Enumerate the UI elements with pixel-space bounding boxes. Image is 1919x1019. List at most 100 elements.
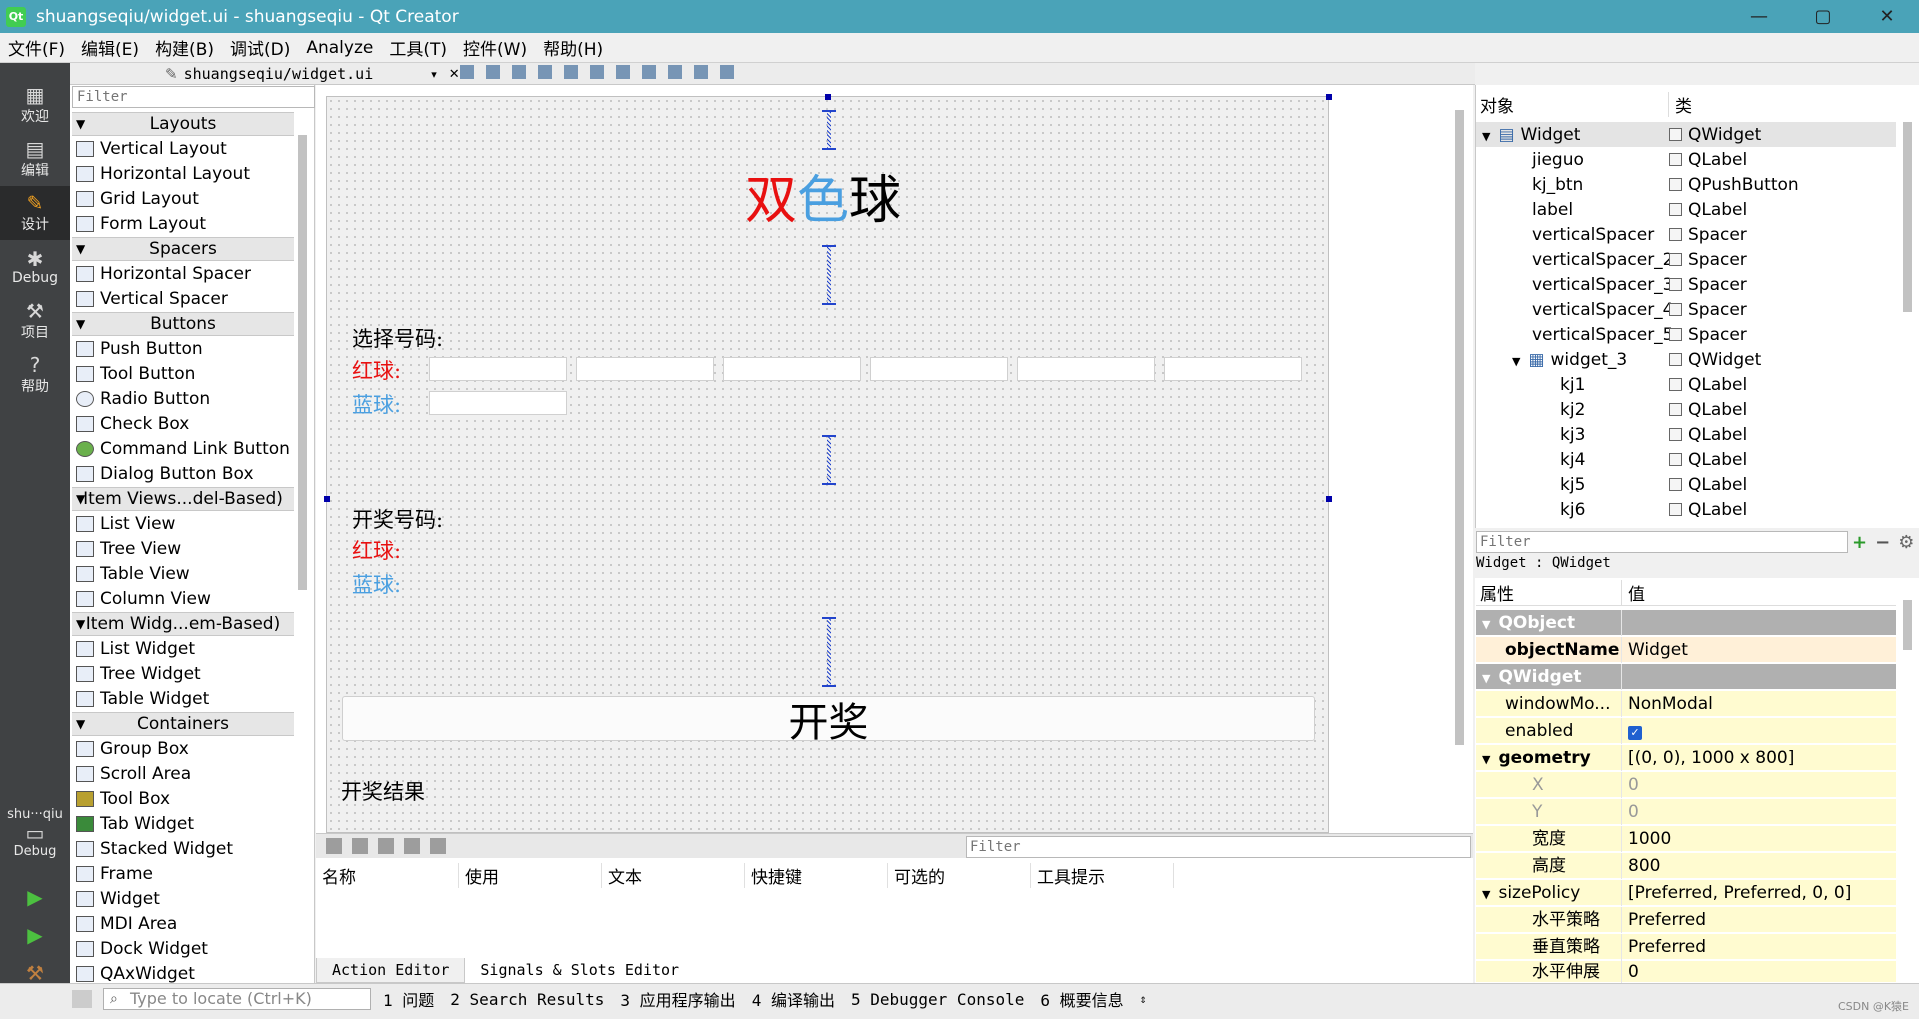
tab-issues[interactable]: 1 问题 [383,987,434,1011]
red-ball-input-2[interactable] [576,357,714,381]
object-row[interactable]: kj2 QLabel [1476,397,1896,422]
property-value[interactable]: [(0, 0), 1000 x 800] [1622,748,1794,768]
widget-item[interactable]: Command Link Button [72,437,294,461]
tab-compile-output[interactable]: 4 编译输出 [752,987,835,1011]
property-value[interactable]: 0 [1622,802,1639,822]
widget-item[interactable]: Table View [72,562,294,586]
paste-action-icon[interactable] [378,838,394,854]
widget-item[interactable]: Tab Widget [72,812,294,836]
property-row[interactable]: 垂直策略 Preferred [1476,933,1896,960]
category-buttons[interactable]: ▼ Buttons [72,312,294,336]
object-row[interactable]: verticalSpacer_2 Spacer [1476,247,1896,272]
widget-item[interactable]: Tool Button [72,362,294,386]
column-header[interactable]: 值 [1622,580,1645,605]
selection-handle[interactable] [324,496,330,502]
vertical-spacer[interactable] [822,617,836,687]
widget-item[interactable]: Vertical Layout [72,137,294,161]
adjust-size-icon[interactable] [720,65,734,79]
property-row[interactable]: 水平策略 Preferred [1476,906,1896,933]
maximize-button[interactable]: ▢ [1791,0,1855,33]
tab-debugger-console[interactable]: 5 Debugger Console [851,990,1024,1009]
canvas-scrollbar[interactable] [1455,110,1464,745]
menu-debug[interactable]: 调试(D) [222,35,298,60]
layout-vertical-icon[interactable] [590,65,604,79]
widget-item[interactable]: Widget [72,887,294,911]
widget-box-scrollbar[interactable] [298,135,307,590]
category-layouts[interactable]: ▼ Layouts [72,112,294,136]
object-row[interactable]: verticalSpacer_5 Spacer [1476,322,1896,347]
vertical-spacer[interactable] [822,245,836,305]
mode-help[interactable]: ? 帮助 [0,348,70,402]
widget-item[interactable]: Tool Box [72,787,294,811]
minimize-button[interactable]: — [1727,0,1791,33]
column-header[interactable]: 类 [1669,92,1692,117]
widget-item[interactable]: Frame [72,862,294,886]
title-label[interactable]: 双色球 [745,158,901,233]
column-header[interactable]: 使用 [459,862,602,888]
layout-splitter-v-icon[interactable] [642,65,656,79]
menu-help[interactable]: 帮助(H) [535,35,611,60]
object-row[interactable]: kj3 QLabel [1476,422,1896,447]
edit-widgets-icon[interactable] [460,65,474,79]
remove-property-icon[interactable]: − [1875,532,1890,553]
column-header[interactable]: 文本 [602,862,745,888]
tab-application-output[interactable]: 3 应用程序输出 [620,987,735,1011]
toggle-sidebar-icon[interactable] [72,990,92,1008]
kit-selector[interactable]: shu···qiu ▭ Debug [0,793,70,873]
property-value[interactable]: Preferred [1622,910,1706,930]
draw-button[interactable]: 开奖 [342,696,1315,746]
menu-edit[interactable]: 编辑(E) [73,35,147,60]
object-row[interactable]: verticalSpacer_4 Spacer [1476,297,1896,322]
blue-ball-input[interactable] [429,391,567,415]
locator-input[interactable]: ⌕ Type to locate (Ctrl+K) [103,988,371,1010]
close-tab-icon[interactable]: ✕ [449,67,460,82]
property-row[interactable]: enabled ✓ [1476,717,1896,744]
run-button[interactable]: ▶ [0,878,70,916]
property-value[interactable]: 0 [1622,962,1639,982]
widget-box-filter[interactable] [72,86,315,108]
widget-item[interactable]: Table Widget [72,687,294,711]
tab-general-messages[interactable]: 6 概要信息 [1040,987,1123,1011]
configure-icon[interactable]: ⚙ [1898,532,1914,553]
red-ball-input-3[interactable] [723,357,861,381]
property-row[interactable]: X0 [1476,771,1896,798]
widget-item[interactable]: Tree View [72,537,294,561]
mode-debug[interactable]: ✱ Debug [0,240,70,294]
property-value[interactable]: 1000 [1622,829,1671,849]
mode-welcome[interactable]: ▦ 欢迎 [0,78,70,132]
edit-signals-icon[interactable] [486,65,500,79]
layout-horizontal-icon[interactable] [564,65,578,79]
configure-icon[interactable] [430,838,446,854]
layout-form-icon[interactable] [694,65,708,79]
property-row[interactable]: objectName Widget [1476,636,1896,663]
widget-item[interactable]: Group Box [72,737,294,761]
object-inspector-scrollbar[interactable] [1903,122,1912,312]
column-header[interactable]: 快捷键 [745,862,888,888]
property-row[interactable]: Y0 [1476,798,1896,825]
property-row[interactable]: 高度 800 [1476,852,1896,879]
widget-item[interactable]: List View [72,512,294,536]
property-row[interactable]: 水平伸展 0 [1476,958,1896,985]
property-filter-input[interactable] [1476,531,1848,553]
category-spacers[interactable]: ▼ Spacers [72,237,294,261]
column-header[interactable]: 属性 [1476,580,1622,605]
category-item-views[interactable]: ▼ Item Views...del-Based) [72,487,294,511]
object-row[interactable]: verticalSpacer Spacer [1476,222,1896,247]
object-row[interactable]: kj5 QLabel [1476,472,1896,497]
object-row[interactable]: ▼ ▤ Widget QWidget [1476,122,1896,147]
vertical-spacer[interactable] [822,435,836,485]
object-row[interactable]: jieguo QLabel [1476,147,1896,172]
dropdown-icon[interactable]: ▾ [431,68,437,81]
layout-grid-icon[interactable] [668,65,682,79]
menu-widgets[interactable]: 控件(W) [455,35,535,60]
column-header[interactable]: 工具提示 [1031,862,1174,888]
menu-tools[interactable]: 工具(T) [381,35,455,60]
widget-item[interactable]: Tree Widget [72,662,294,686]
category-containers[interactable]: ▼ Containers [72,712,294,736]
property-row[interactable]: ▼ sizePolicy [Preferred, Preferred, 0, 0] [1476,879,1896,906]
widget-item[interactable]: Form Layout [72,212,294,236]
widget-item[interactable]: Dock Widget [72,937,294,961]
edit-tab-order-icon[interactable] [538,65,552,79]
property-group-qwidget[interactable]: ▼ QWidget [1476,663,1896,690]
column-header[interactable]: 对象 [1476,91,1669,117]
